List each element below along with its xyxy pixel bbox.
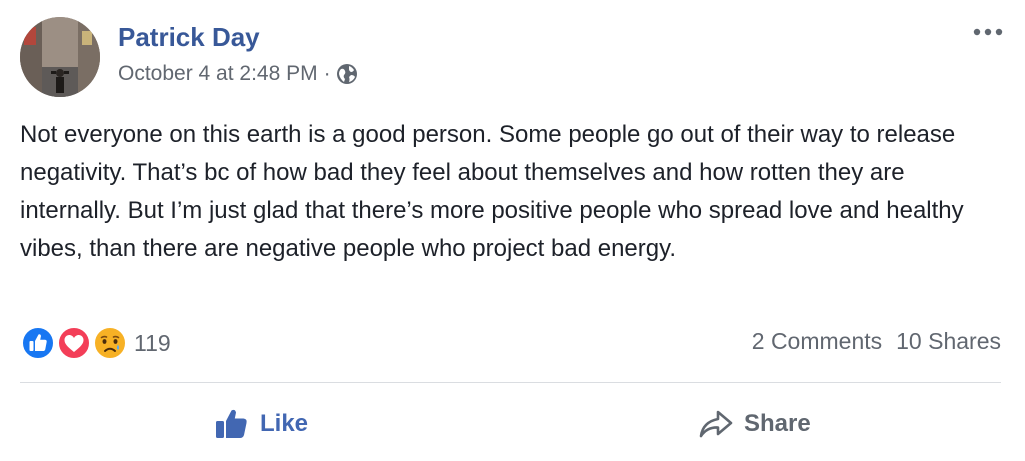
meta-separator: ·	[323, 62, 331, 85]
reactions-summary[interactable]: 119	[20, 325, 171, 361]
thumbs-up-icon	[216, 409, 247, 438]
like-label: Like	[260, 410, 309, 437]
divider	[20, 382, 1001, 383]
author-name[interactable]: Patrick Day	[118, 22, 260, 53]
share-arrow-icon	[699, 410, 733, 438]
globe-icon[interactable]	[336, 63, 358, 85]
post-stats: 2 Comments 10 Shares	[752, 328, 1001, 355]
sad-reaction-icon	[93, 326, 127, 360]
comments-count[interactable]: 2 Comments	[752, 328, 882, 355]
like-reaction-icon	[21, 326, 55, 360]
more-options-icon[interactable]	[971, 22, 1005, 42]
love-reaction-icon	[57, 326, 91, 360]
share-button[interactable]: Share	[698, 402, 811, 446]
reaction-icons	[20, 325, 132, 361]
share-label: Share	[744, 410, 811, 437]
post-text: Not everyone on this earth is a good per…	[20, 121, 964, 262]
post-timestamp[interactable]: October 4 at 2:48 PM	[118, 62, 318, 86]
avatar[interactable]	[20, 17, 100, 97]
facebook-post: Patrick Day October 4 at 2:48 PM · Not e…	[0, 0, 1025, 461]
post-meta: October 4 at 2:48 PM ·	[118, 62, 358, 86]
shares-count[interactable]: 10 Shares	[896, 328, 1001, 355]
avatar-photo	[20, 17, 100, 97]
reaction-count[interactable]: 119	[134, 330, 171, 357]
like-button[interactable]: Like	[214, 402, 308, 446]
